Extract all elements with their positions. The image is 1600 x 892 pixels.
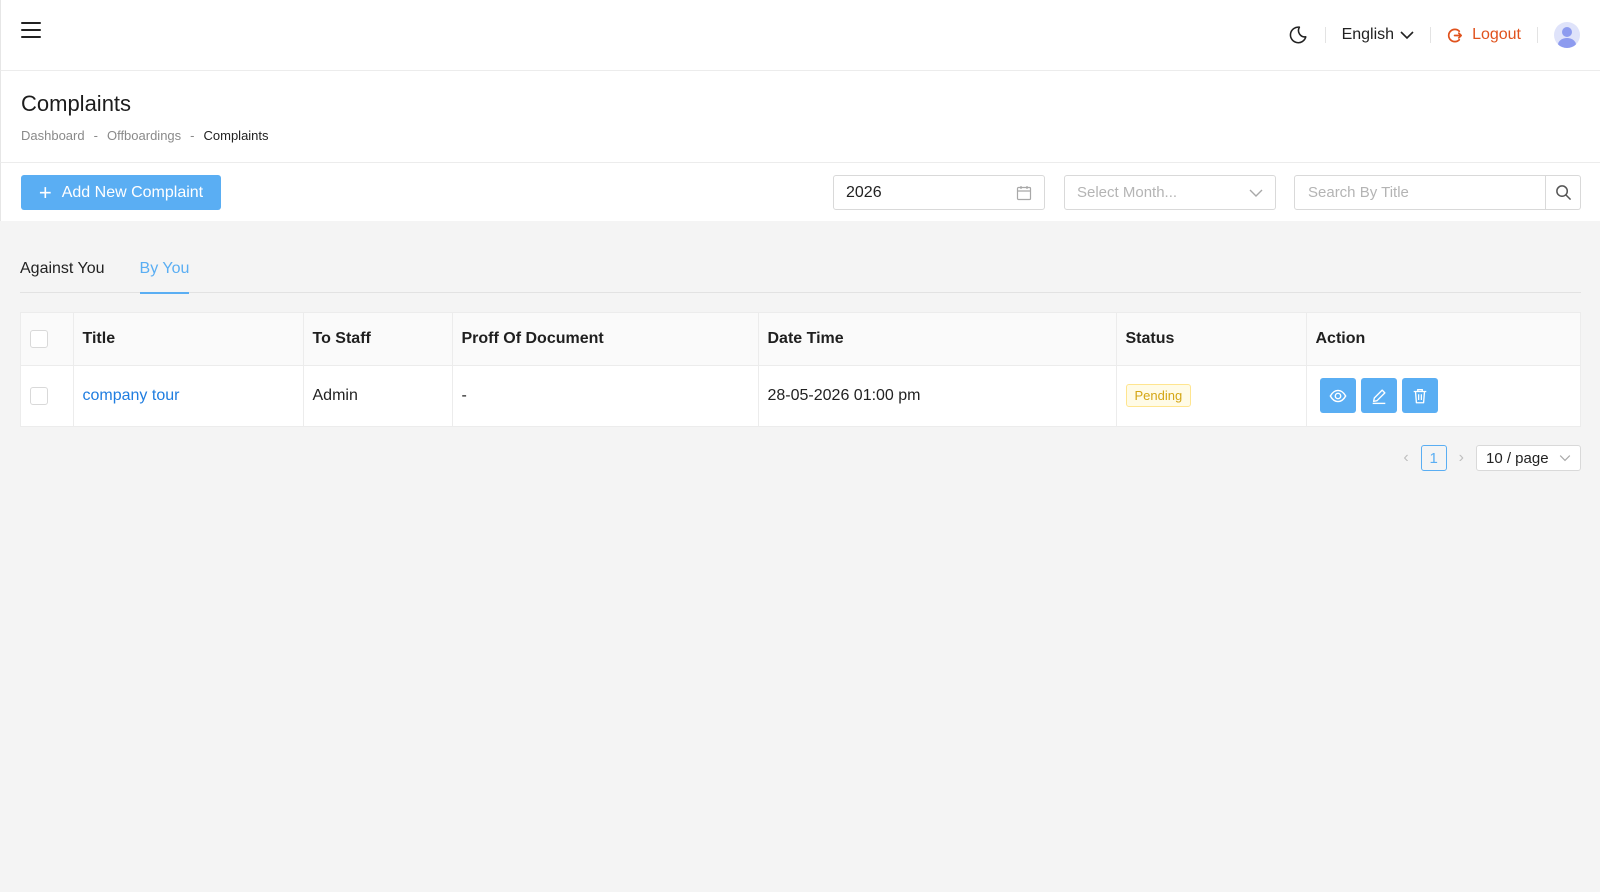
top-header: English Logout: [0, 0, 1600, 71]
moon-icon[interactable]: [1287, 24, 1309, 46]
column-header-action: Action: [1315, 329, 1366, 347]
row-checkbox[interactable]: [30, 386, 48, 405]
plus-icon: +: [38, 179, 52, 205]
breadcrumb-dashboard[interactable]: Dashboard: [21, 128, 85, 143]
divider: [1324, 27, 1326, 43]
row-select-cell: [21, 365, 74, 426]
add-complaint-button[interactable]: + Add New Complaint: [21, 175, 221, 210]
page-header: Complaints Dashboard - Offboardings - Co…: [0, 71, 1600, 163]
year-picker[interactable]: 2026: [833, 175, 1045, 210]
chevron-down-icon: [1400, 31, 1414, 40]
title-cell: company tour: [73, 365, 304, 426]
select-all-cell: [21, 313, 74, 365]
search-icon: [1555, 185, 1571, 200]
pagination: ‹ 1 › 10 / page: [1403, 445, 1581, 471]
toolbar: + Add New Complaint 2026 Select Month...: [0, 163, 1600, 221]
logout-label: Logout: [1472, 26, 1521, 43]
divider: [1537, 27, 1538, 43]
column-header-title: Title: [73, 313, 304, 365]
year-value: 2026: [846, 183, 882, 201]
avatar-icon[interactable]: [1554, 22, 1580, 48]
language-selector[interactable]: English: [1342, 26, 1414, 44]
date-time-cell: 28-05-2026 01:00 pm: [758, 365, 1117, 426]
tab-against-you[interactable]: Against You: [20, 253, 105, 293]
logout-button[interactable]: Logout: [1447, 26, 1521, 44]
to-staff-cell: Admin: [303, 365, 453, 426]
chevron-down-icon: [1249, 189, 1263, 197]
add-complaint-label: Add New Complaint: [61, 183, 204, 201]
breadcrumb-offboardings[interactable]: Offboardings: [107, 128, 181, 143]
page-size-value: 10 / page: [1486, 449, 1549, 467]
breadcrumb: Dashboard - Offboardings - Complaints: [21, 128, 269, 143]
eye-icon: [1329, 389, 1346, 403]
next-page-icon[interactable]: ›: [1459, 449, 1464, 467]
complaint-title-link[interactable]: company tour: [83, 387, 180, 404]
page-number-current[interactable]: 1: [1420, 445, 1447, 471]
breadcrumb-current: Complaints: [203, 128, 269, 143]
table-row: company tour Admin - 28-05-2026 01:00 pm…: [21, 365, 1580, 426]
column-header-proof: Proff Of Document: [452, 313, 759, 365]
tab-by-you[interactable]: By You: [139, 253, 189, 294]
logout-icon: [1447, 28, 1463, 42]
status-cell: Pending: [1116, 365, 1307, 426]
calendar-icon: [1016, 185, 1032, 200]
divider: [1430, 27, 1432, 43]
month-select[interactable]: Select Month...: [1064, 175, 1276, 210]
search-group: [1294, 175, 1581, 210]
page-title: Complaints: [21, 91, 132, 116]
header-actions: English Logout: [1287, 18, 1580, 52]
edit-button[interactable]: [1360, 378, 1397, 414]
prev-page-icon[interactable]: ‹: [1403, 449, 1408, 467]
search-input[interactable]: [1294, 175, 1547, 210]
search-button[interactable]: [1546, 175, 1581, 210]
pencil-icon: [1372, 389, 1386, 404]
complaints-table: Title To Staff Proff Of Document Date Ti…: [20, 312, 1581, 427]
chevron-down-icon: [1559, 455, 1571, 462]
delete-button[interactable]: [1401, 378, 1438, 414]
action-cell: [1306, 365, 1580, 426]
hamburger-icon[interactable]: [21, 22, 41, 40]
breadcrumb-separator: -: [190, 128, 195, 143]
proof-cell: -: [452, 365, 759, 426]
status-badge: Pending: [1125, 384, 1192, 408]
table-header-row: Title To Staff Proff Of Document Date Ti…: [21, 313, 1580, 365]
row-actions: [1316, 378, 1572, 414]
column-header-to-staff: To Staff: [303, 313, 453, 365]
trash-icon: [1413, 388, 1426, 404]
column-header-status: Status: [1116, 313, 1307, 365]
view-button[interactable]: [1319, 378, 1356, 414]
language-label: English: [1341, 26, 1395, 43]
page-size-select[interactable]: 10 / page: [1476, 445, 1581, 471]
month-placeholder: Select Month...: [1077, 184, 1178, 201]
select-all-checkbox[interactable]: [30, 329, 48, 348]
breadcrumb-separator: -: [93, 128, 98, 143]
column-header-date-time: Date Time: [758, 313, 1117, 365]
complaint-tabs: Against You By You: [20, 253, 1581, 294]
